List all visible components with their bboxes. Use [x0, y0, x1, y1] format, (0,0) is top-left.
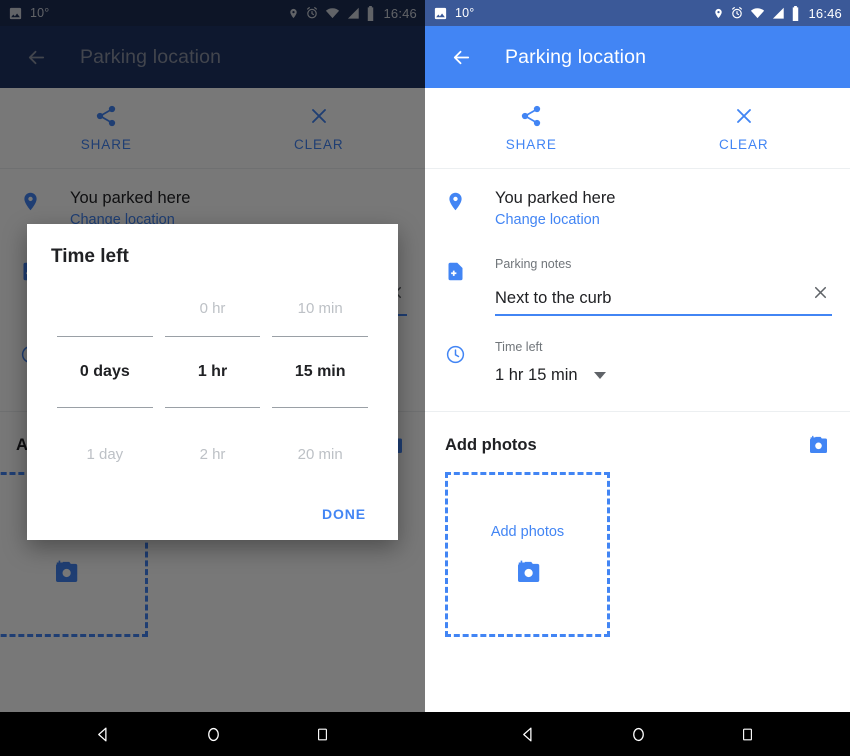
share-label: SHARE [505, 137, 557, 152]
clock-icon [445, 340, 495, 385]
android-nav-bar [0, 712, 425, 756]
wifi-icon [750, 7, 765, 19]
add-photos-header: Add photos [445, 434, 830, 456]
days-rule-top [57, 336, 153, 337]
nav-back-triangle-icon[interactable] [519, 725, 538, 744]
dialog-title: Time left [51, 246, 129, 267]
time-left-value: 1 hr 15 min [495, 366, 578, 384]
hours-rule-bottom [164, 407, 261, 408]
parked-row: You parked here Change location [425, 169, 850, 237]
dropzone-label: Add photos [490, 523, 565, 540]
parked-title: You parked here [495, 189, 616, 207]
clear-button[interactable]: CLEAR [638, 104, 850, 152]
minutes-selected-value[interactable]: 15 min [295, 359, 346, 385]
done-button[interactable]: DONE [316, 498, 372, 530]
nav-home-circle-icon[interactable] [204, 725, 223, 744]
signal-icon [771, 7, 785, 20]
location-pin-icon [713, 6, 724, 21]
phone-panel-right: 10° 16:46 Parking location SHARE CLEAR Y… [425, 0, 850, 756]
add-photos-title: Add photos [445, 435, 537, 454]
page-title: Parking location [505, 45, 647, 68]
dialog-actions: DONE [51, 498, 374, 530]
days-selected-value[interactable]: 0 days [80, 359, 130, 385]
days-rule-bottom [57, 407, 153, 408]
add-photos-dropzone[interactable]: Add photos [445, 472, 610, 637]
back-arrow-icon[interactable] [441, 37, 481, 77]
parking-notes-row: Parking notes Next to the curb [425, 237, 850, 318]
image-icon [433, 6, 448, 21]
status-bar-left: 10° [433, 6, 475, 21]
days-below-value[interactable]: 1 day [86, 440, 123, 468]
time-left-label: Time left [495, 340, 543, 354]
phone-body-right: 10° 16:46 Parking location SHARE CLEAR Y… [425, 0, 850, 712]
clear-notes-icon[interactable] [805, 283, 832, 308]
minutes-below-value[interactable]: 20 min [298, 440, 343, 468]
parked-row-content: You parked here Change location [495, 187, 850, 231]
battery-icon [791, 5, 800, 21]
hours-below-value[interactable]: 2 hr [200, 440, 226, 468]
hours-picker: 0 hr 1 hr 2 hr [159, 294, 267, 468]
status-bar: 10° [425, 0, 850, 26]
time-left-row: Time left 1 hr 15 min [425, 318, 850, 411]
minutes-rule-bottom [272, 407, 369, 408]
minutes-rule-top [272, 336, 369, 337]
chevron-down-icon[interactable] [593, 372, 606, 379]
time-left-select[interactable]: 1 hr 15 min [495, 366, 832, 385]
dual-screenshot: 10° [0, 0, 850, 756]
parking-notes-input[interactable]: Next to the curb [495, 283, 832, 316]
android-nav-bar [425, 712, 850, 756]
note-add-icon [445, 257, 495, 316]
add-photos-section: Add photos Add photos [425, 412, 850, 637]
parking-notes-content: Parking notes Next to the curb [495, 257, 850, 316]
actions-row: SHARE CLEAR [425, 88, 850, 169]
add-a-photo-icon[interactable] [806, 434, 830, 456]
clock-label: 16:46 [808, 5, 842, 21]
nav-recents-square-icon[interactable] [739, 726, 756, 743]
minutes-above-value[interactable]: 10 min [298, 294, 343, 322]
hours-rule-top [164, 336, 261, 337]
hours-above-value[interactable]: 0 hr [200, 294, 226, 322]
add-a-photo-icon [513, 558, 543, 586]
duration-pickers: 0 days 1 day 0 hr 1 hr 2 hr 10 min 15 mi… [51, 294, 374, 468]
temperature-label: 10° [455, 6, 475, 20]
detail-rows: You parked here Change location Parking … [425, 169, 850, 411]
days-picker: 0 days 1 day [51, 294, 159, 468]
minutes-picker: 10 min 15 min 20 min [266, 294, 374, 468]
share-button[interactable]: SHARE [425, 104, 638, 152]
status-bar-right: 16:46 [713, 5, 842, 21]
parking-notes-label: Parking notes [495, 257, 572, 271]
app-bar: Parking location [425, 26, 850, 88]
share-icon [519, 104, 543, 128]
change-location-link[interactable]: Change location [495, 209, 832, 231]
time-left-dialog: Time left 0 days 1 day 0 hr 1 hr 2 hr 10… [27, 224, 398, 540]
hours-selected-value[interactable]: 1 hr [198, 359, 227, 385]
parking-notes-value[interactable]: Next to the curb [495, 289, 805, 308]
close-icon [732, 104, 756, 128]
clear-label: CLEAR [718, 137, 769, 152]
phone-panel-left: 10° [0, 0, 425, 756]
nav-home-circle-icon[interactable] [629, 725, 648, 744]
location-pin-icon [445, 187, 495, 231]
nav-back-triangle-icon[interactable] [94, 725, 113, 744]
alarm-icon [730, 6, 744, 20]
time-left-content: Time left 1 hr 15 min [495, 340, 850, 385]
nav-recents-square-icon[interactable] [314, 726, 331, 743]
